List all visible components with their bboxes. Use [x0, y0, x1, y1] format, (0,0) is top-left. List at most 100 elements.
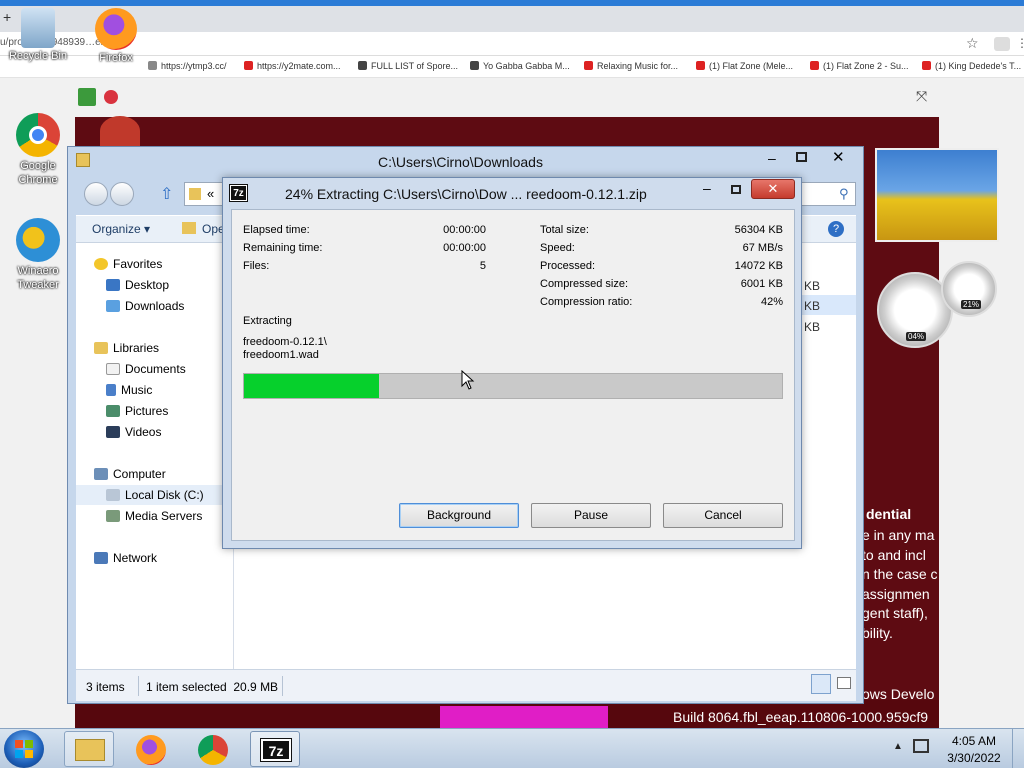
- nav-music[interactable]: Music: [106, 383, 152, 397]
- desktop-icon-winaero[interactable]: Winaero Tweaker: [8, 218, 68, 292]
- network-tray-icon[interactable]: [913, 739, 929, 753]
- bookmark-item[interactable]: (1) King Dedede's T...: [922, 61, 1021, 71]
- bookmark-label: (1) Flat Zone (Mele...: [709, 61, 794, 71]
- dialog-maximize-button[interactable]: [731, 185, 741, 194]
- winaero-icon: [16, 218, 60, 262]
- up-arrow-icon[interactable]: ⇧: [160, 184, 173, 204]
- back-button[interactable]: [84, 182, 108, 206]
- search-box[interactable]: ⚲: [800, 182, 856, 206]
- nav-videos[interactable]: Videos: [106, 425, 161, 439]
- extract-progress-dialog[interactable]: 7z 24% Extracting C:\Users\Cirno\Dow ...…: [222, 177, 802, 549]
- taskbar-7zip[interactable]: 7z: [250, 731, 300, 767]
- taskbar-firefox[interactable]: [126, 731, 176, 767]
- bookmark-item[interactable]: (1) Flat Zone 2 - Su...: [810, 61, 909, 71]
- background-button[interactable]: Background: [399, 503, 519, 528]
- nav-label: Music: [121, 383, 153, 397]
- green-flag-icon[interactable]: [78, 88, 96, 106]
- nav-local-disk[interactable]: Local Disk (C:): [76, 485, 234, 505]
- browser-menu-icon[interactable]: ⋮: [1016, 36, 1024, 50]
- taskbar: 7z ▲ 4:05 AM 3/30/2022: [0, 728, 1024, 768]
- bookmark-favicon-icon: [696, 61, 705, 70]
- music-icon: [106, 384, 116, 396]
- bookmark-star-icon[interactable]: ☆: [966, 35, 979, 52]
- bookmark-label: (1) Flat Zone 2 - Su...: [823, 61, 909, 71]
- bookmark-item[interactable]: (1) Flat Zone (Mele...: [696, 61, 793, 71]
- bookmark-item[interactable]: https://ytmp3.cc/: [148, 61, 227, 71]
- libraries-icon: [94, 342, 108, 354]
- desktop-icon-label: Winaero Tweaker: [17, 265, 59, 291]
- close-button[interactable]: ✕: [832, 148, 845, 166]
- bookmarks-bar: https://ytmp3.cc/https://y2mate.com... FU…: [0, 56, 1024, 78]
- watermark-footer1: ows Develo: [862, 686, 935, 702]
- bookmark-item[interactable]: Relaxing Music for...: [584, 61, 678, 71]
- chrome-icon: [16, 113, 60, 157]
- navigation-pane: Favorites Desktop Downloads Libraries Do…: [76, 243, 234, 669]
- photo-gadget[interactable]: [875, 148, 999, 242]
- show-desktop-button[interactable]: [1012, 729, 1024, 768]
- desktop-icon-label: Recycle Bin: [8, 50, 68, 62]
- desktop-icon-label: Firefox: [99, 52, 133, 64]
- status-divider: [282, 676, 283, 696]
- start-button[interactable]: [4, 730, 44, 768]
- preview-pane-icon[interactable]: [837, 677, 851, 689]
- pause-button[interactable]: Pause: [531, 503, 651, 528]
- minimize-button[interactable]: –: [768, 150, 776, 166]
- cancel-button[interactable]: Cancel: [663, 503, 783, 528]
- progress-bar-fill: [244, 374, 379, 398]
- bookmark-item[interactable]: https://y2mate.com...: [244, 61, 341, 71]
- documents-icon: [106, 363, 120, 375]
- bookmark-item[interactable]: FULL LIST of Spore...: [358, 61, 458, 71]
- address-chevron[interactable]: «: [207, 186, 214, 201]
- nav-pictures[interactable]: Pictures: [106, 404, 168, 418]
- chrome-icon: [198, 735, 228, 765]
- desktop-icon-firefox[interactable]: Firefox: [86, 8, 146, 64]
- nav-downloads[interactable]: Downloads: [106, 299, 184, 313]
- compressed-size-value: 6001 KB: [740, 278, 783, 290]
- search-icon[interactable]: ⚲: [839, 186, 849, 202]
- bookmark-label: Relaxing Music for...: [597, 61, 679, 71]
- extracting-label: Extracting: [243, 315, 292, 327]
- firefox-icon: [95, 8, 137, 50]
- forward-button[interactable]: [110, 182, 134, 206]
- dialog-close-button[interactable]: ✕: [751, 179, 795, 199]
- desktop-icon-recycle-bin[interactable]: Recycle Bin: [8, 8, 68, 62]
- memory-meter-gadget[interactable]: 21%: [941, 261, 997, 317]
- nav-computer[interactable]: Computer: [94, 467, 166, 481]
- bookmark-label: https://y2mate.com...: [257, 61, 341, 71]
- ccleaner-icon[interactable]: [100, 116, 140, 146]
- dialog-minimize-button[interactable]: –: [703, 180, 711, 196]
- bookmark-label: Yo Gabba Gabba M...: [483, 61, 570, 71]
- nav-media-servers[interactable]: Media Servers: [106, 509, 202, 523]
- watermark-line: n the case c: [862, 566, 938, 582]
- total-size-label: Total size:: [540, 224, 589, 236]
- extension-icon[interactable]: [994, 37, 1010, 51]
- fullscreen-icon[interactable]: ⤧: [916, 88, 927, 105]
- details-view-icon[interactable]: [811, 674, 831, 694]
- clock[interactable]: 4:05 AM 3/30/2022: [944, 733, 1004, 767]
- nav-desktop[interactable]: Desktop: [106, 278, 169, 292]
- bookmark-item[interactable]: Yo Gabba Gabba M...: [470, 61, 570, 71]
- organize-button[interactable]: Organize ▾: [92, 222, 150, 236]
- files-label: Files:: [243, 260, 270, 272]
- stop-icon[interactable]: [104, 90, 118, 104]
- pink-block: [440, 706, 608, 730]
- nav-network[interactable]: Network: [94, 551, 157, 565]
- bookmark-label: (1) King Dedede's T...: [935, 61, 1022, 71]
- watermark-line: to and incl: [862, 546, 926, 563]
- taskbar-explorer[interactable]: [64, 731, 114, 767]
- nav-favorites[interactable]: Favorites: [94, 257, 162, 271]
- file-size: KB: [804, 320, 821, 334]
- browser-toolbar: ☆ ⋮: [0, 32, 1024, 56]
- total-size-value: 56304 KB: [734, 224, 783, 236]
- nav-libraries[interactable]: Libraries: [94, 341, 159, 355]
- maximize-button[interactable]: [796, 152, 807, 162]
- nav-documents[interactable]: Documents: [106, 362, 186, 376]
- help-icon[interactable]: ?: [828, 221, 844, 237]
- desktop-icon-chrome[interactable]: Google Chrome: [8, 113, 68, 187]
- elapsed-value: 00:00:00: [443, 224, 486, 236]
- show-hidden-icons[interactable]: ▲: [893, 741, 903, 752]
- bookmark-favicon-icon: [470, 61, 479, 70]
- taskbar-chrome[interactable]: [188, 731, 238, 767]
- nav-label: Media Servers: [125, 509, 203, 523]
- nav-label: Favorites: [113, 257, 163, 271]
